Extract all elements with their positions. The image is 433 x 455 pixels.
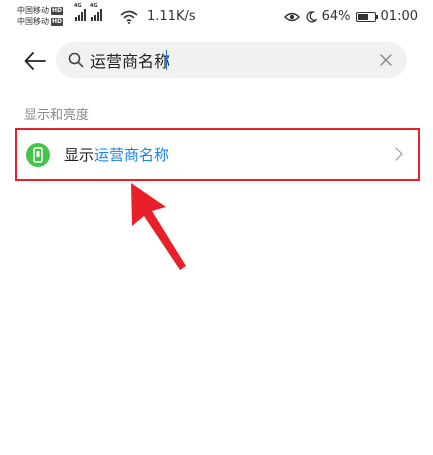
annotation-arrow <box>131 183 186 270</box>
